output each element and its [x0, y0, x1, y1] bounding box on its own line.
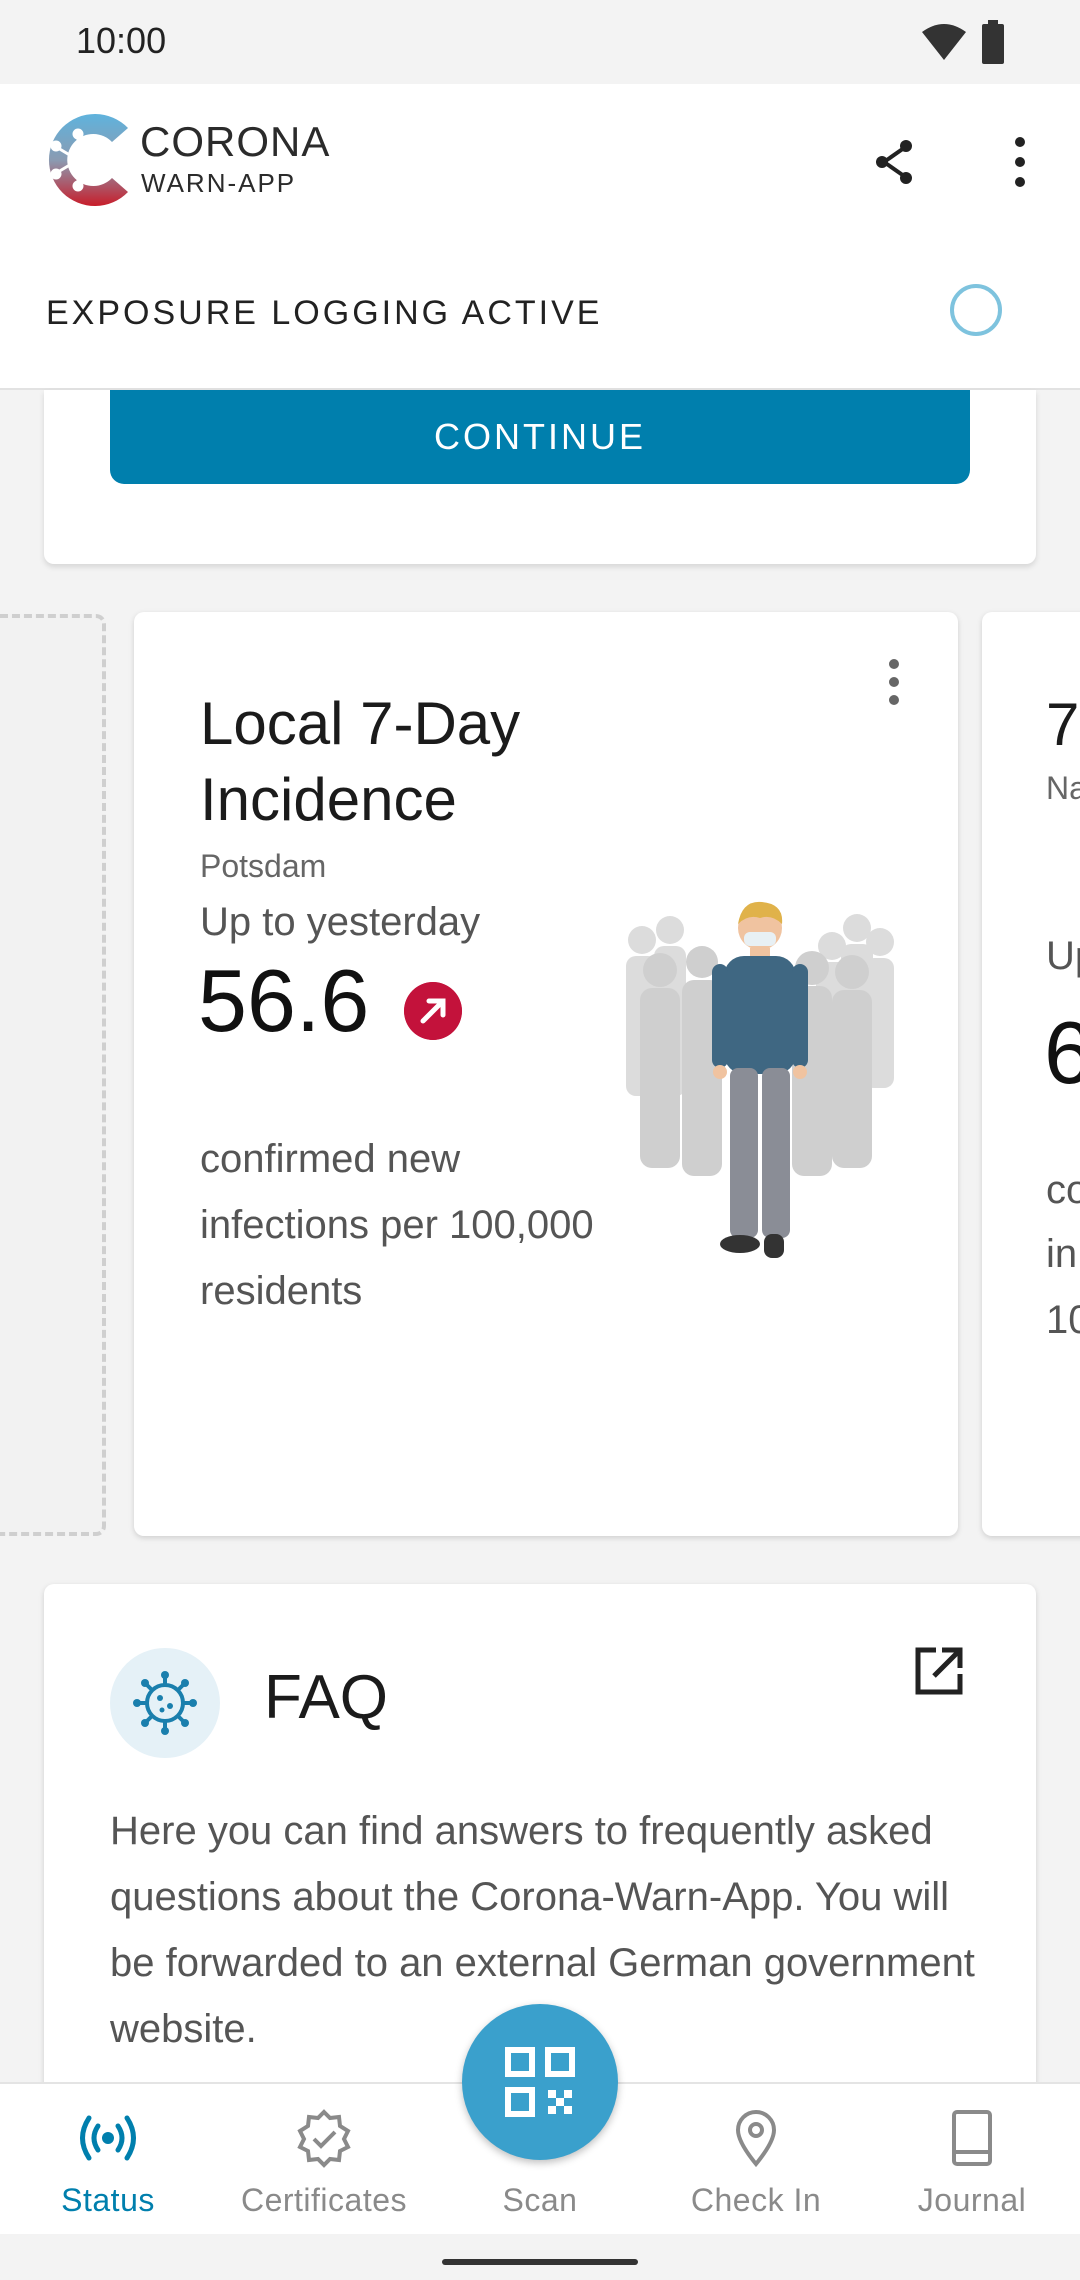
scan-button[interactable]	[462, 2004, 618, 2160]
nav-certificates-label: Certificates	[240, 2182, 408, 2218]
exposure-logging-status[interactable]: EXPOSURE LOGGING ACTIVE	[46, 294, 602, 333]
incidence-title: Local 7-Day Incidence	[200, 690, 521, 833]
peek-title: 7	[1046, 691, 1080, 758]
local-incidence-card[interactable]: Local 7-Day Incidence Potsdam Up to yest…	[134, 612, 958, 1536]
nav-journal-label: Journal	[917, 2182, 1027, 2218]
exposure-progress-ring-icon	[950, 284, 1002, 336]
more-vert-icon[interactable]	[992, 134, 1048, 190]
status-bar: 10:00	[0, 0, 1080, 84]
faq-title: FAQ	[264, 1663, 389, 1732]
app-header: CORONA WARN-APP EXPOSURE LOGGING ACTIVE	[0, 84, 1080, 390]
incidence-region: Potsdam	[200, 848, 327, 884]
continue-button[interactable]: CONTINUE	[110, 390, 970, 484]
incidence-description: confirmed new infections per 100,000 res…	[200, 1137, 594, 1313]
trend-up-arrow-icon	[404, 982, 462, 1040]
home-gesture-bar[interactable]	[442, 2259, 638, 2265]
peek-desc-line-1: co	[1046, 1168, 1080, 1212]
incidence-period: Up to yesterday	[200, 900, 481, 944]
system-gesture-area	[0, 2234, 1080, 2280]
incidence-value: 56.6	[198, 951, 370, 1050]
add-local-statistics-placeholder[interactable]	[0, 614, 106, 1536]
location-pin-icon	[735, 2110, 777, 2168]
nav-certificates[interactable]: Certificates	[216, 2084, 432, 2234]
qr-code-icon	[505, 2047, 575, 2117]
virus-icon-badge	[110, 1648, 220, 1758]
wifi-icon	[922, 24, 966, 60]
share-icon[interactable]	[866, 134, 922, 190]
nav-status-label: Status	[61, 2182, 155, 2218]
peek-desc-line-3: 10	[1046, 1298, 1080, 1342]
logo-subtitle: WARN-APP	[141, 168, 297, 198]
card-more-vert-icon[interactable]	[876, 652, 912, 712]
peek-subtitle: Na	[1046, 770, 1080, 806]
nav-check-in[interactable]: Check In	[648, 2084, 864, 2234]
clock: 10:00	[76, 20, 167, 61]
open-in-new-icon[interactable]	[912, 1644, 966, 1698]
peek-value: 6	[1044, 1003, 1080, 1102]
book-icon	[952, 2110, 992, 2166]
battery-icon	[982, 20, 1004, 64]
peek-period: Up	[1046, 934, 1080, 978]
corona-warn-app-logo	[48, 113, 129, 206]
virus-icon	[133, 1671, 197, 1735]
nav-journal[interactable]: Journal	[864, 2084, 1080, 2234]
peek-desc-line-2: in	[1046, 1232, 1078, 1276]
nav-check-in-label: Check In	[690, 2182, 822, 2218]
national-incidence-card-peek[interactable]: 7 Na Up 6 co in 10	[982, 612, 1080, 1536]
nav-scan-label: Scan	[502, 2182, 578, 2218]
masked-person-crowd-illustration	[626, 901, 894, 1258]
nav-status[interactable]: Status	[0, 2084, 216, 2234]
logo-title: CORONA	[140, 118, 331, 165]
status-broadcast-icon	[80, 2115, 136, 2161]
certificate-check-icon	[297, 2109, 351, 2168]
